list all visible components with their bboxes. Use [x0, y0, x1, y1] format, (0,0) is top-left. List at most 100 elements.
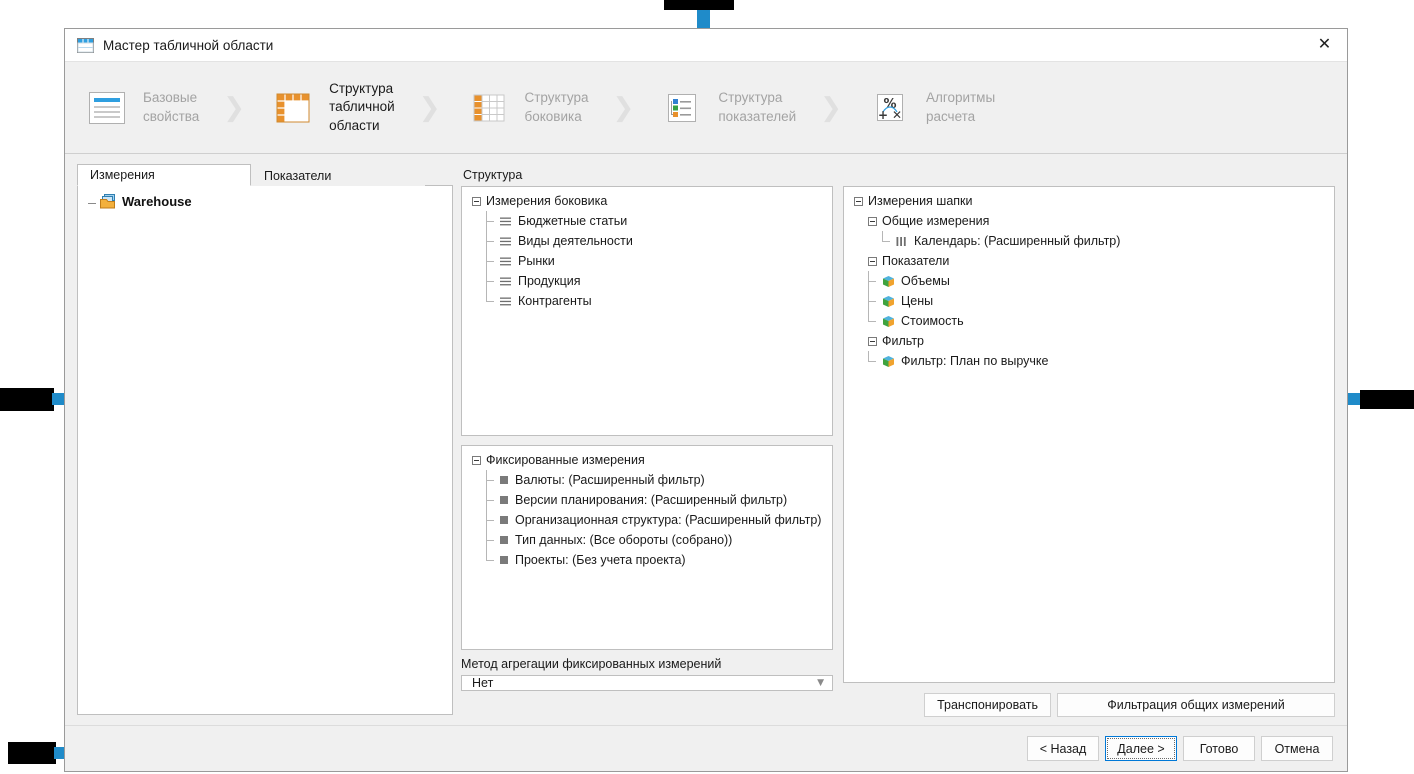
list-item-label: Организационная структура: (Расширенный …	[515, 512, 822, 527]
dimension-lines-icon	[500, 257, 511, 265]
fixed-dimension-square-icon	[500, 476, 508, 484]
step-chevron-icon: ❯	[418, 92, 441, 123]
wizard-step-calculation-algorithms[interactable]: % + ✕ Алгоритмы расчета	[856, 84, 1005, 132]
list-item[interactable]: Организационная структура: (Расширенный …	[464, 510, 830, 530]
group-header-header-dimensions[interactable]: Измерения шапки	[846, 191, 1332, 211]
tab-label: Измерения	[90, 168, 155, 182]
list-item-label: Валюты: (Расширенный фильтр)	[515, 472, 705, 487]
calendar-columns-icon	[896, 236, 906, 246]
wizard-step-table-structure[interactable]: Структура табличной области	[259, 80, 405, 135]
collapse-toggle-icon[interactable]	[854, 196, 863, 206]
left-black-bar	[0, 388, 54, 411]
wizard-step-sidebar-structure[interactable]: Структура боковика	[455, 84, 599, 132]
tree-item-label: Warehouse	[122, 194, 192, 209]
close-icon[interactable]: ✕	[1302, 29, 1347, 61]
structure-actions: Транспонировать Фильтрация общих измерен…	[461, 693, 1335, 725]
fixed-dimensions-listbox[interactable]: Фиксированные измерения Валюты: (Расшире…	[461, 445, 833, 650]
measure-cube-icon	[883, 355, 894, 367]
tree-expander-line	[88, 203, 96, 204]
dialog-title: Мастер табличной области	[103, 37, 274, 53]
collapse-toggle-icon[interactable]	[868, 336, 877, 346]
list-item-label: Тип данных: (Все обороты (собрано))	[515, 532, 733, 547]
tree-item-warehouse[interactable]: Warehouse	[82, 192, 448, 211]
measure-cube-icon	[883, 295, 894, 307]
list-item-label: Контрагенты	[518, 293, 592, 308]
right-black-bar	[1360, 390, 1414, 409]
list-item[interactable]: Версии планирования: (Расширенный фильтр…	[464, 490, 830, 510]
table-grid-icon	[77, 37, 94, 53]
list-item[interactable]: Объемы	[846, 271, 1332, 291]
list-item[interactable]: Проекты: (Без учета проекта)	[464, 550, 830, 570]
header-dimensions-listbox[interactable]: Измерения шапки Общие измерения Календар…	[843, 186, 1335, 683]
group-header-measures[interactable]: Показатели	[846, 251, 1332, 271]
aggregation-method-select[interactable]: Нет ▼	[461, 675, 833, 691]
structure-column: Структура Измерения боковика Бюджетные с…	[453, 164, 1335, 725]
collapse-toggle-icon[interactable]	[472, 455, 481, 465]
sidebar-dimensions-listbox[interactable]: Измерения боковика Бюджетные статьи Виды…	[461, 186, 833, 436]
list-item[interactable]: Стоимость	[846, 311, 1332, 331]
tab-measures[interactable]: Показатели	[251, 164, 425, 186]
list-item[interactable]: Валюты: (Расширенный фильтр)	[464, 470, 830, 490]
group-header-filter[interactable]: Фильтр	[846, 331, 1332, 351]
step-chevron-icon: ❯	[612, 92, 635, 123]
list-item-label: Проекты: (Без учета проекта)	[515, 552, 686, 567]
header-dimensions-column: Измерения шапки Общие измерения Календар…	[843, 186, 1335, 683]
cancel-button[interactable]: Отмена	[1261, 736, 1333, 761]
finish-button[interactable]: Готово	[1183, 736, 1255, 761]
collapse-toggle-icon[interactable]	[868, 256, 877, 266]
tree-elbow-icon	[486, 530, 496, 550]
list-item[interactable]: Контрагенты	[464, 291, 830, 311]
table-area-wizard-dialog: Мастер табличной области ✕ Базовые свойс…	[64, 28, 1348, 772]
group-title: Фильтр	[882, 333, 924, 348]
list-item[interactable]: Цены	[846, 291, 1332, 311]
list-item[interactable]: Фильтр: План по выручке	[846, 351, 1332, 371]
transpose-button[interactable]: Транспонировать	[924, 693, 1051, 717]
dimensions-tree-panel[interactable]: Warehouse	[77, 185, 453, 715]
tabstrip: Измерения Показатели	[77, 164, 453, 186]
dimension-lines-icon	[500, 237, 511, 245]
list-item[interactable]: Бюджетные статьи	[464, 211, 830, 231]
left-column: Измерения Показатели Warehouse	[77, 164, 453, 725]
group-header-common-dimensions[interactable]: Общие измерения	[846, 211, 1332, 231]
tab-label: Показатели	[264, 168, 332, 183]
filter-common-dimensions-button[interactable]: Фильтрация общих измерений	[1057, 693, 1335, 717]
tree-elbow-icon	[486, 271, 496, 291]
fixed-dimension-square-icon	[500, 516, 508, 524]
dialog-titlebar: Мастер табличной области ✕	[65, 29, 1347, 62]
fixed-dimension-square-icon	[500, 536, 508, 544]
group-title: Фиксированные измерения	[486, 452, 645, 467]
list-item-label: Календарь: (Расширенный фильтр)	[914, 233, 1121, 248]
wizard-step-basic-properties[interactable]: Базовые свойства	[73, 84, 209, 132]
fixed-dimension-square-icon	[500, 496, 508, 504]
tree-elbow-icon	[486, 490, 496, 510]
table-structure-icon	[276, 93, 310, 122]
tree-elbow-icon	[486, 211, 496, 231]
aggregation-method-label: Метод агрегации фиксированных измерений	[461, 657, 722, 671]
list-item[interactable]: Календарь: (Расширенный фильтр)	[846, 231, 1332, 251]
list-item[interactable]: Виды деятельности	[464, 231, 830, 251]
tree-elbow-icon	[868, 271, 878, 291]
group-title: Показатели	[882, 253, 950, 268]
list-item[interactable]: Рынки	[464, 251, 830, 271]
list-item-label: Виды деятельности	[518, 233, 633, 248]
collapse-toggle-icon[interactable]	[868, 216, 877, 226]
back-button[interactable]: < Назад	[1027, 736, 1099, 761]
collapse-toggle-icon[interactable]	[472, 196, 481, 206]
wizard-step-measures-structure[interactable]: Структура показателей	[648, 84, 806, 132]
measures-structure-icon	[668, 93, 697, 122]
wizard-step-label: Базовые свойства	[143, 90, 200, 124]
list-item[interactable]: Тип данных: (Все обороты (собрано))	[464, 530, 830, 550]
list-item-label: Цены	[901, 293, 934, 308]
next-button[interactable]: Далее >	[1105, 736, 1177, 761]
tab-dimensions[interactable]: Измерения	[77, 164, 251, 186]
group-header-fixed-dimensions[interactable]: Фиксированные измерения	[464, 450, 830, 470]
tree-elbow-icon	[486, 510, 496, 530]
group-header-sidebar-dimensions[interactable]: Измерения боковика	[464, 191, 830, 211]
chevron-down-icon: ▼	[817, 678, 824, 688]
list-item[interactable]: Продукция	[464, 271, 830, 291]
fixed-dimension-square-icon	[500, 556, 508, 564]
list-item-label: Бюджетные статьи	[518, 213, 628, 228]
tree-elbow-icon	[486, 251, 496, 271]
svg-text:+: +	[878, 108, 888, 122]
sidebar-and-fixed-column: Измерения боковика Бюджетные статьи Виды…	[461, 186, 833, 691]
